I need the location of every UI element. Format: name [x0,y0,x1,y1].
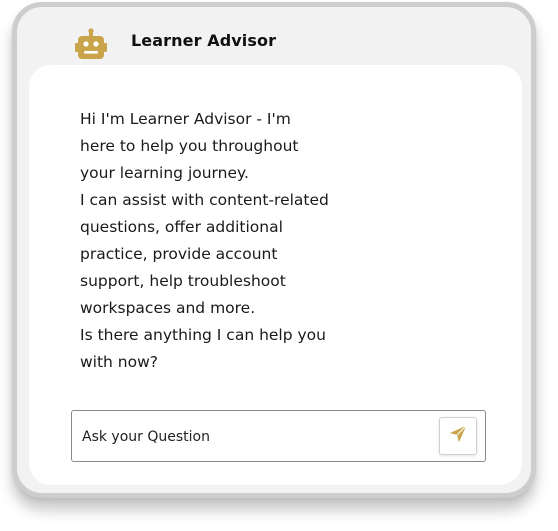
assistant-message: Hi I'm Learner Advisor - I'm here to hel… [80,110,329,371]
chat-header: Learner Advisor [17,7,531,65]
send-button[interactable] [439,417,477,455]
question-input[interactable] [80,421,429,453]
question-input-container [71,410,486,462]
chat-title: Learner Advisor [131,31,277,50]
send-icon [447,423,469,449]
robot-icon [74,28,108,62]
chat-body: Hi I'm Learner Advisor - I'm here to hel… [29,65,522,485]
chat-widget: Learner Advisor Hi I'm Learner Advisor -… [12,2,536,498]
